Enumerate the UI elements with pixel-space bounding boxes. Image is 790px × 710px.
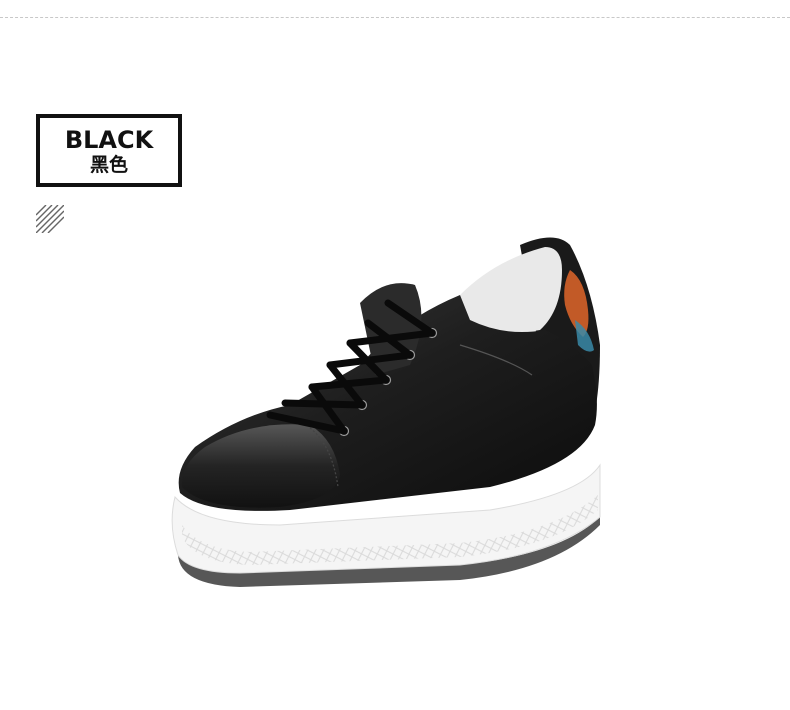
hatch-pattern-icon xyxy=(36,205,64,233)
color-label-box: BLACK 黑色 xyxy=(36,114,182,187)
color-name-english: BLACK xyxy=(64,126,154,154)
color-name-chinese: 黑色 xyxy=(89,154,128,176)
top-dashed-divider xyxy=(0,17,790,18)
black-sneaker-image xyxy=(171,237,601,587)
